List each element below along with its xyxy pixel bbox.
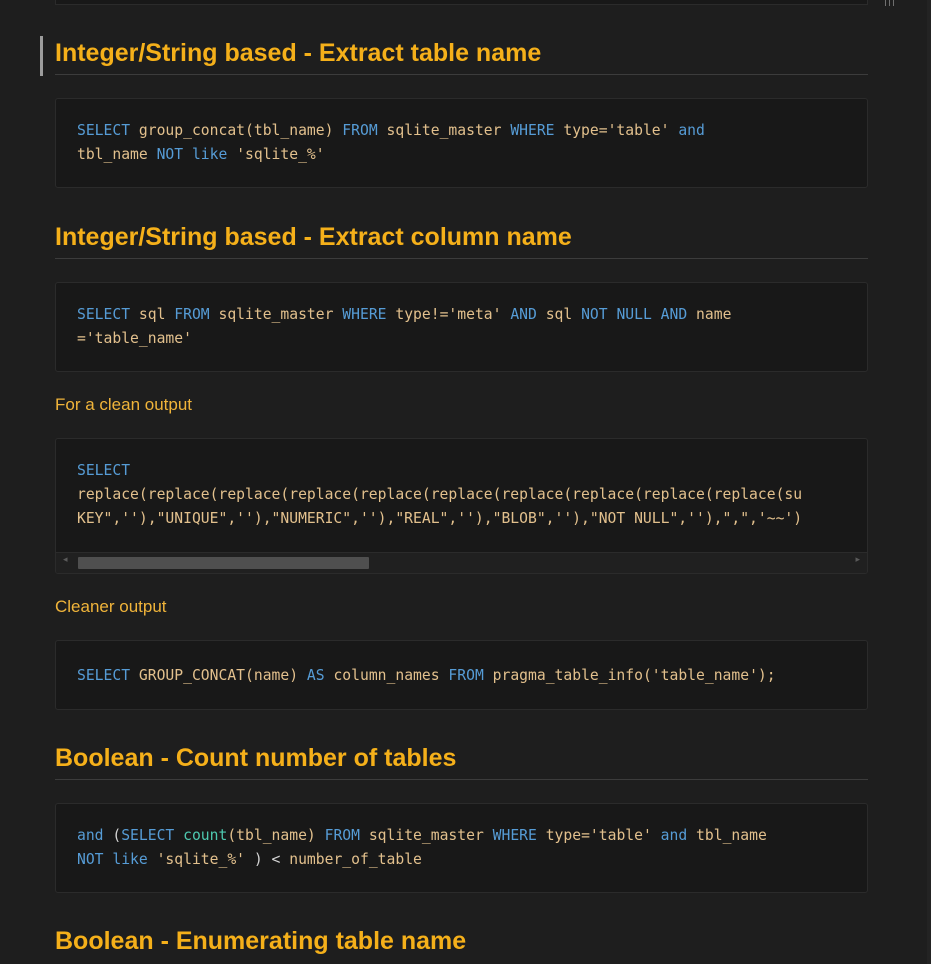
code-block-extract-column-name[interactable]: SELECT sql FROM sqlite_master WHERE type… bbox=[55, 282, 868, 372]
code-token: WHERE bbox=[342, 306, 396, 323]
code-text[interactable]: SELECT replace(replace(replace(replace(r… bbox=[56, 439, 867, 531]
code-token: replace(replace(replace(replace(replace(… bbox=[77, 486, 803, 503]
code-token: tbl_name bbox=[77, 146, 157, 163]
code-token: 'sqlite_%' bbox=[236, 146, 325, 163]
label-clean-output: For a clean output bbox=[55, 395, 193, 414]
scroll-left-icon[interactable]: ◂ bbox=[63, 555, 68, 565]
code-text[interactable]: SELECT GROUP_CONCAT(name) AS column_name… bbox=[56, 641, 867, 688]
code-token: and bbox=[660, 827, 697, 844]
code-token: WHERE bbox=[492, 827, 546, 844]
heading-count-tables: Boolean - Count number of tables bbox=[55, 743, 868, 780]
code-token: NOT like bbox=[156, 146, 237, 163]
corner-handle-icon: ||| bbox=[884, 0, 897, 7]
code-token: pragma_table_info('table_name'); bbox=[492, 667, 776, 684]
page-scrollbar-track[interactable] bbox=[927, 0, 931, 964]
code-block-count-tables[interactable]: and (SELECT count(tbl_name) FROM sqlite_… bbox=[55, 803, 868, 893]
code-token: NOT NULL AND bbox=[581, 306, 697, 323]
code-token: number_of_table bbox=[289, 851, 422, 868]
code-token: sqlite_master bbox=[386, 122, 511, 139]
code-token: ) < bbox=[253, 851, 290, 868]
code-token: FROM bbox=[174, 306, 219, 323]
code-token: 'sqlite_%' bbox=[156, 851, 254, 868]
code-text[interactable]: and (SELECT count(tbl_name) FROM sqlite_… bbox=[56, 804, 867, 872]
code-token: count bbox=[183, 827, 228, 844]
heading-enumerating-table-name: Boolean - Enumerating table name bbox=[55, 927, 467, 955]
code-token: NOT like bbox=[77, 851, 157, 868]
code-token: WHERE bbox=[510, 122, 564, 139]
code-token: FROM bbox=[324, 827, 369, 844]
scroll-right-icon[interactable]: ▸ bbox=[855, 555, 860, 565]
code-token: and bbox=[678, 122, 705, 139]
code-token: GROUP_CONCAT(name) bbox=[138, 667, 307, 684]
code-text[interactable]: SELECT group_concat(tbl_name) FROM sqlit… bbox=[56, 99, 867, 167]
section-focus-marker bbox=[40, 36, 43, 76]
code-token: ='table_name' bbox=[77, 330, 192, 347]
code-token: 'table' bbox=[607, 122, 679, 139]
code-token: sql bbox=[138, 306, 175, 323]
code-token: SELECT bbox=[77, 306, 139, 323]
code-token: tbl_name bbox=[696, 827, 767, 844]
previous-code-block-edge bbox=[55, 0, 868, 5]
code-token: type='table' bbox=[545, 827, 661, 844]
code-token: name bbox=[696, 306, 732, 323]
code-token: AS bbox=[306, 667, 334, 684]
code-token: column_names bbox=[333, 667, 449, 684]
code-token: sqlite_master bbox=[218, 306, 343, 323]
code-token: SELECT bbox=[77, 122, 139, 139]
code-token: ( bbox=[112, 827, 122, 844]
code-token: sqlite_master bbox=[368, 827, 493, 844]
code-token: FROM bbox=[342, 122, 387, 139]
code-token: SELECT bbox=[77, 667, 139, 684]
heading-extract-column-name: Integer/String based - Extract column na… bbox=[55, 222, 868, 259]
label-cleaner-output: Cleaner output bbox=[55, 597, 167, 616]
code-token: FROM bbox=[448, 667, 493, 684]
horizontal-scrollbar[interactable]: ◂ ▸ bbox=[56, 552, 867, 573]
code-token: group_concat(tbl_name) bbox=[138, 122, 343, 139]
code-token: AND bbox=[510, 306, 546, 323]
code-text[interactable]: SELECT sql FROM sqlite_master WHERE type… bbox=[56, 283, 867, 351]
heading-extract-table-name: Integer/String based - Extract table nam… bbox=[55, 38, 868, 75]
code-block-cleaner-output[interactable]: SELECT GROUP_CONCAT(name) AS column_name… bbox=[55, 640, 868, 710]
code-token: and bbox=[77, 827, 113, 844]
code-token: KEY",''),"UNIQUE",''),"NUMERIC",''),"REA… bbox=[77, 510, 803, 527]
scrollbar-thumb[interactable] bbox=[78, 557, 369, 569]
code-token: type!='meta' bbox=[395, 306, 511, 323]
code-token: type= bbox=[563, 122, 608, 139]
code-token: SELECT bbox=[121, 827, 184, 844]
code-token: (tbl_name) bbox=[227, 827, 325, 844]
code-token: SELECT bbox=[77, 462, 131, 479]
code-token: sql bbox=[545, 306, 582, 323]
code-block-extract-table-name[interactable]: SELECT group_concat(tbl_name) FROM sqlit… bbox=[55, 98, 868, 188]
code-block-clean-output[interactable]: SELECT replace(replace(replace(replace(r… bbox=[55, 438, 868, 574]
